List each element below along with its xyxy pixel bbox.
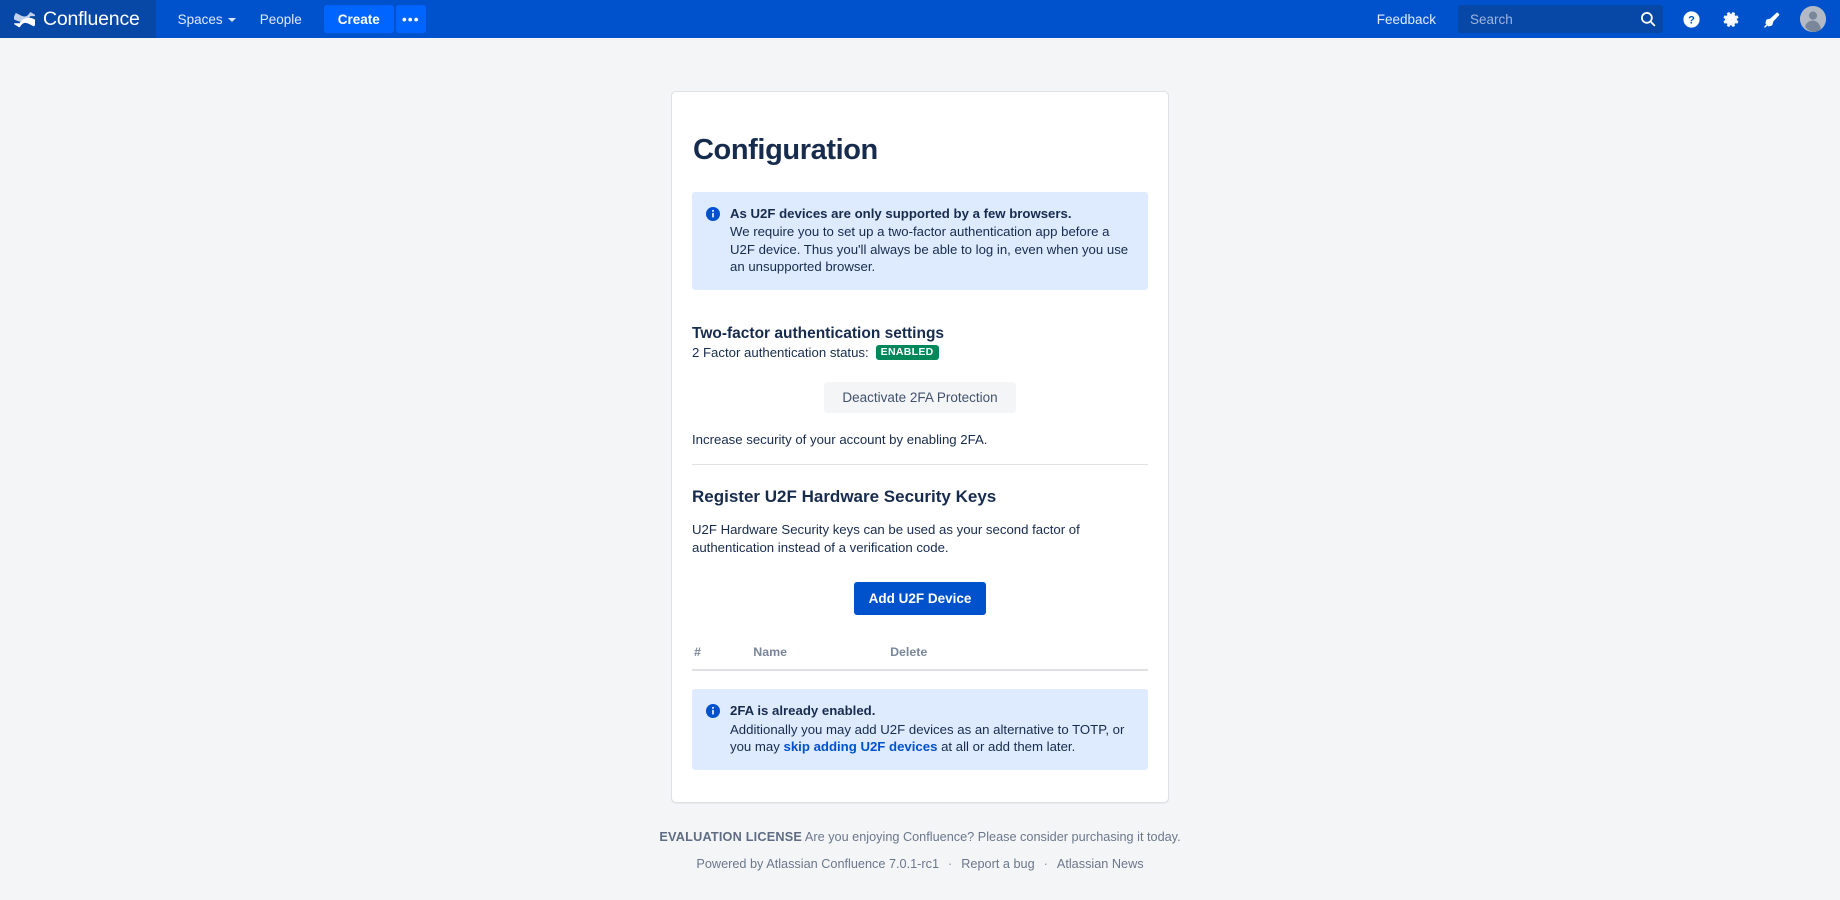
u2f-table-header-row: # Name Delete <box>692 641 1148 672</box>
add-device-button-row: Add U2F Device <box>692 560 1148 616</box>
top-navigation-bar: Confluence Spaces People Create ••• Feed… <box>0 0 1840 38</box>
search-input[interactable] <box>1458 5 1663 33</box>
nav-item-spaces[interactable]: Spaces <box>166 0 248 38</box>
page-title: Configuration <box>693 134 878 166</box>
help-circle-icon[interactable]: ? <box>1676 4 1706 34</box>
enabled-banner-title: 2FA is already enabled. <box>730 703 876 719</box>
evaluation-license-line: EVALUATION LICENSE Are you enjoying Conf… <box>659 830 1180 844</box>
status-label: 2 Factor authentication status: <box>692 344 869 360</box>
configuration-card: Configuration As U2F devices are only su… <box>671 91 1169 803</box>
page-content-wrapper: Configuration As U2F devices are only su… <box>0 38 1840 871</box>
add-u2f-device-button[interactable]: Add U2F Device <box>853 582 987 616</box>
user-avatar-icon[interactable] <box>1800 6 1826 32</box>
u2f-table-head: # Name Delete <box>692 641 1148 672</box>
footer-links: Powered by Atlassian Confluence 7.0.1-rc… <box>659 844 1180 871</box>
deactivate-2fa-button[interactable]: Deactivate 2FA Protection <box>824 382 1016 414</box>
two-factor-status-line: 2 Factor authentication status: ENABLED <box>692 344 1148 361</box>
svg-text:?: ? <box>1688 14 1695 26</box>
banner-title: As U2F devices are only supported by a f… <box>730 206 1072 221</box>
chevron-down-icon <box>227 18 236 22</box>
u2f-section-title: Register U2F Hardware Security Keys <box>692 487 997 507</box>
create-more-options-button[interactable]: ••• <box>395 5 426 33</box>
nav-item-people[interactable]: People <box>248 0 314 38</box>
report-a-bug-link[interactable]: Report a bug <box>961 857 1034 871</box>
nav-right-section: Feedback ? <box>1365 0 1840 38</box>
evaluation-license-label: EVALUATION LICENSE <box>659 829 803 844</box>
column-header-delete: Delete <box>888 641 1148 672</box>
two-factor-helper-text: Increase security of your account by ena… <box>692 432 988 448</box>
u2f-section-description: U2F Hardware Security keys can be used a… <box>692 522 1080 555</box>
info-circle-icon <box>706 207 720 276</box>
footer-separator-1: · <box>948 856 953 871</box>
confluence-logo-text: Confluence <box>43 7 140 30</box>
enabled-banner-text-after: at all or add them later. <box>937 739 1076 755</box>
u2f-browser-support-banner: As U2F devices are only supported by a f… <box>692 192 1148 290</box>
card-bottom-padding <box>692 783 1148 802</box>
create-button[interactable]: Create <box>323 5 394 33</box>
page-footer: EVALUATION LICENSE Are you enjoying Conf… <box>659 803 1180 871</box>
u2f-devices-table: # Name Delete <box>692 641 1148 672</box>
footer-separator-2: · <box>1043 856 1048 871</box>
banner-body: As U2F devices are only supported by a f… <box>730 205 1133 276</box>
column-header-number: # <box>692 641 752 672</box>
info-circle-icon <box>706 704 720 755</box>
search-icon[interactable] <box>1639 10 1657 28</box>
enabled-banner-body: 2FA is already enabled. Additionally you… <box>730 702 1133 755</box>
create-button-group: Create ••• <box>323 5 426 33</box>
table-bottom-spacer <box>692 671 1148 689</box>
two-factor-section-title: Two-factor authentication settings <box>692 324 945 342</box>
evaluation-license-text: Are you enjoying Confluence? Please cons… <box>804 829 1181 844</box>
nav-item-spaces-label: Spaces <box>177 11 223 27</box>
confluence-logo-icon <box>13 9 37 30</box>
two-factor-settings-section: Two-factor authentication settings 2 Fac… <box>692 303 1148 465</box>
primary-nav-items: Spaces People Create ••• <box>156 0 426 38</box>
confluence-home-link[interactable]: Confluence <box>0 0 156 38</box>
gear-icon[interactable] <box>1716 4 1746 34</box>
status-badge: ENABLED <box>875 344 939 361</box>
2fa-already-enabled-banner: 2FA is already enabled. Additionally you… <box>692 689 1148 770</box>
banner-text: We require you to set up a two-factor au… <box>730 224 1129 275</box>
atlassian-news-link[interactable]: Atlassian News <box>1057 857 1144 871</box>
u2f-registration-section: Register U2F Hardware Security Keys U2F … <box>692 465 1148 801</box>
powered-by-text: Powered by Atlassian Confluence 7.0.1-rc… <box>696 856 940 871</box>
column-header-name: Name <box>751 641 889 672</box>
megaphone-icon[interactable] <box>1756 4 1786 34</box>
deactivate-button-row: Deactivate 2FA Protection <box>692 360 1148 414</box>
nav-item-people-label: People <box>259 11 302 27</box>
skip-adding-u2f-devices-link[interactable]: skip adding U2F devices <box>784 739 938 754</box>
search-box <box>1458 5 1663 33</box>
card-inner: Configuration As U2F devices are only su… <box>691 134 1149 802</box>
feedback-link[interactable]: Feedback <box>1365 12 1448 27</box>
